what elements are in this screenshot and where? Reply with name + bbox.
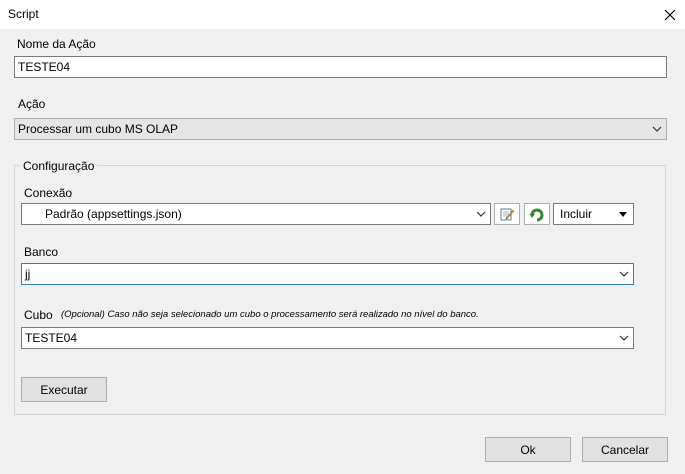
database-label: Banco [24,245,59,259]
connection-label: Conexão [24,186,73,200]
refresh-icon [529,208,544,222]
chevron-down-icon [652,126,662,132]
title-bar: Script [0,0,685,29]
edit-icon [500,208,515,221]
action-type-select[interactable]: Processar um cubo MS OLAP [14,118,667,140]
action-type-value: Processar um cubo MS OLAP [18,122,179,136]
close-icon [664,9,676,20]
cancel-button[interactable]: Cancelar [582,437,668,462]
action-type-label: Ação [18,97,46,111]
refresh-connection-button[interactable] [524,203,550,225]
action-name-input[interactable]: TESTE04 [14,56,667,78]
action-name-label: Nome da Ação [17,37,96,51]
chevron-down-icon [476,211,486,217]
cube-select[interactable]: TESTE04 [21,327,634,349]
execute-button[interactable]: Executar [21,377,107,402]
dropdown-arrow-icon [619,212,627,217]
include-label: Incluir [560,207,593,221]
chevron-down-icon [619,271,629,277]
connection-value: Padrão (appsettings.json) [45,207,182,221]
cube-label: Cubo [24,308,53,322]
close-button[interactable] [655,0,685,29]
ok-button[interactable]: Ok [485,437,571,462]
chevron-down-icon [619,335,629,341]
edit-connection-button[interactable] [494,203,520,225]
window-title: Script [8,7,39,21]
connection-select[interactable]: Padrão (appsettings.json) [21,203,491,225]
database-select[interactable]: jj [21,263,634,285]
include-dropdown-button[interactable]: Incluir [553,203,634,225]
cube-value: TESTE04 [25,331,78,345]
cube-hint: (Opcional) Caso não seja selecionado um … [61,309,479,320]
database-value: jj [25,267,31,281]
configuration-title: Configuração [20,159,98,173]
